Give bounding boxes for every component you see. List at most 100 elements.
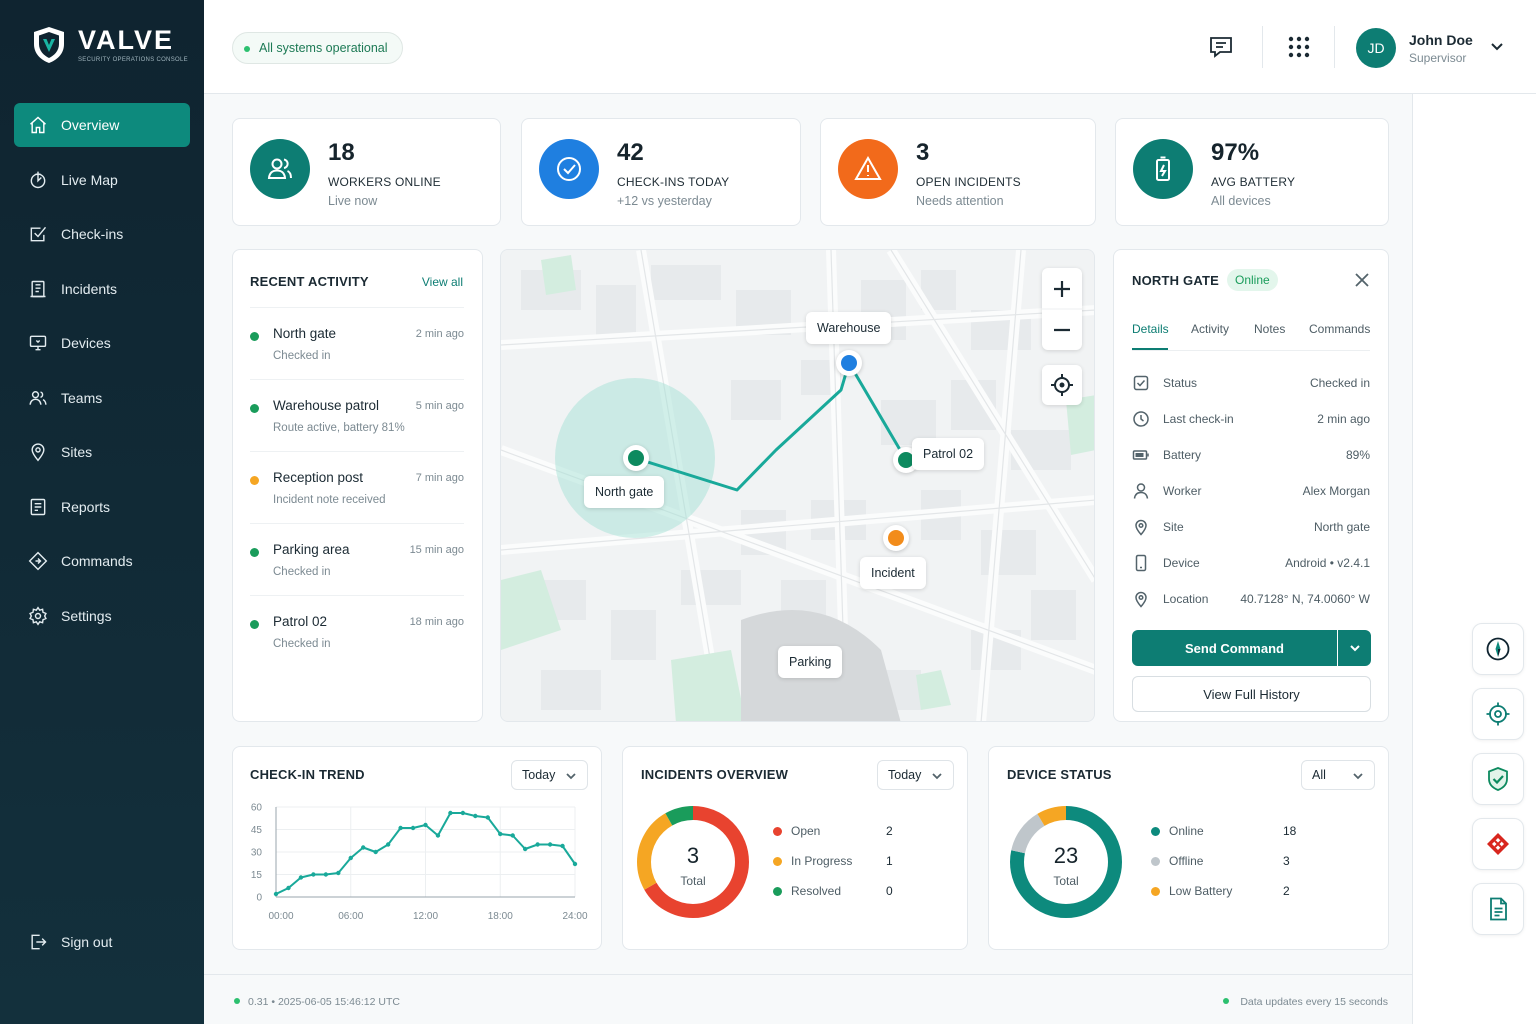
top-bar: All systems operational JD John Doe Supe… bbox=[204, 0, 1536, 94]
list-item[interactable]: North gate Checked in 2 min ago bbox=[250, 307, 464, 379]
tab-commands[interactable]: Commands bbox=[1309, 322, 1370, 336]
check-in-trend-card: CHECK-IN TREND Today 0 15 30 45 60 00:00 06:00… bbox=[232, 746, 602, 950]
check-circle-icon bbox=[539, 139, 599, 199]
legend-dot bbox=[1151, 857, 1160, 866]
chevron-down-icon bbox=[1349, 645, 1360, 652]
legend-dot bbox=[1151, 827, 1160, 836]
status-dot bbox=[250, 332, 259, 341]
data-point bbox=[298, 875, 304, 880]
incident-marker[interactable] bbox=[883, 525, 909, 551]
sign-out-button[interactable]: Sign out bbox=[28, 932, 112, 952]
list-item[interactable]: Patrol 02 Checked in 18 min ago bbox=[250, 595, 464, 667]
data-point bbox=[473, 813, 478, 819]
data-point bbox=[572, 861, 578, 867]
y-tick-label: 0 bbox=[256, 893, 262, 904]
apps-grid-icon[interactable] bbox=[1286, 34, 1312, 60]
north-gate-marker[interactable] bbox=[623, 445, 649, 471]
crosshair-icon bbox=[1486, 702, 1510, 726]
stat-card-check-ins[interactable]: 42 CHECK-INS TODAY +12 vs yesterday bbox=[521, 118, 801, 226]
report-button[interactable] bbox=[1472, 883, 1524, 935]
alert-command-button[interactable] bbox=[1472, 818, 1524, 870]
sidebar-item-live-map[interactable]: Live Map bbox=[14, 158, 190, 202]
legend-dot bbox=[1151, 887, 1160, 896]
close-icon[interactable] bbox=[1354, 272, 1370, 288]
send-command-options-button[interactable] bbox=[1338, 630, 1371, 666]
detail-row-battery: Battery 89% bbox=[1132, 445, 1370, 465]
sign-out-label: Sign out bbox=[61, 934, 113, 950]
warehouse-marker[interactable] bbox=[836, 350, 862, 376]
stat-label: CHECK-INS TODAY bbox=[617, 175, 730, 189]
view-full-history-button[interactable]: View Full History bbox=[1132, 676, 1371, 712]
panel-title: NORTH GATE bbox=[1132, 273, 1219, 288]
data-point bbox=[522, 846, 528, 852]
activity-title: Warehouse patrol bbox=[273, 398, 380, 413]
tab-notes[interactable]: Notes bbox=[1254, 322, 1285, 336]
clock-icon bbox=[1133, 411, 1149, 427]
chevron-down-icon bbox=[566, 773, 576, 780]
device-filter-dropdown[interactable]: All bbox=[1301, 760, 1375, 790]
shield-check-button[interactable] bbox=[1472, 753, 1524, 805]
x-tick-label: 24:00 bbox=[562, 911, 587, 922]
sidebar-item-settings[interactable]: Settings bbox=[14, 594, 190, 638]
status-dot bbox=[234, 998, 240, 1004]
stat-sub: All devices bbox=[1211, 194, 1271, 208]
sidebar-item-check-ins[interactable]: Check-ins bbox=[14, 212, 190, 256]
locate-button[interactable] bbox=[1042, 365, 1082, 405]
stat-card-open-incidents[interactable]: 3 OPEN INCIDENTS Needs attention bbox=[820, 118, 1096, 226]
stat-card-avg-battery[interactable]: 97% AVG BATTERY All devices bbox=[1115, 118, 1389, 226]
list-item[interactable]: Parking area Checked in 15 min ago bbox=[250, 523, 464, 595]
sidebar-item-overview[interactable]: Overview bbox=[14, 103, 190, 147]
users-icon bbox=[250, 139, 310, 199]
activity-title: Patrol 02 bbox=[273, 614, 328, 629]
send-command-button[interactable]: Send Command bbox=[1132, 630, 1337, 666]
target-button[interactable] bbox=[1472, 688, 1524, 740]
sidebar-item-devices[interactable]: Devices bbox=[14, 321, 190, 365]
list-item[interactable]: Warehouse patrol Route active, battery 8… bbox=[250, 379, 464, 451]
activity-sub: Route active, battery 81% bbox=[273, 422, 405, 434]
legend-value: 2 bbox=[1283, 884, 1290, 898]
tab-details[interactable]: Details bbox=[1132, 322, 1169, 336]
sidebar-item-reports[interactable]: Reports bbox=[14, 485, 190, 529]
list-item[interactable]: Reception post Incident note received 7 … bbox=[250, 451, 464, 523]
y-tick-label: 60 bbox=[251, 803, 263, 814]
x-tick-label: 00:00 bbox=[268, 911, 293, 922]
data-point bbox=[361, 845, 366, 850]
avatar[interactable]: JD bbox=[1356, 28, 1396, 68]
data-point bbox=[336, 870, 341, 876]
legend-name: Resolved bbox=[791, 884, 842, 898]
chevron-down-icon[interactable] bbox=[1488, 38, 1506, 56]
brand-name: VALVE bbox=[78, 25, 175, 55]
sidebar: VALVE SECURITY OPERATIONS CONSOLE Overvi… bbox=[0, 0, 204, 1024]
data-point bbox=[535, 842, 540, 847]
messages-icon[interactable] bbox=[1208, 34, 1234, 60]
detail-value: 2 min ago bbox=[1317, 412, 1370, 426]
detail-key: Last check-in bbox=[1163, 412, 1234, 426]
sidebar-item-teams[interactable]: Teams bbox=[14, 376, 190, 420]
user-icon bbox=[1133, 483, 1149, 499]
zoom-in-icon[interactable] bbox=[1054, 281, 1070, 297]
command-icon bbox=[28, 551, 48, 571]
stat-card-workers-online[interactable]: 18 WORKERS ONLINE Live now bbox=[232, 118, 501, 226]
sidebar-item-sites[interactable]: Sites bbox=[14, 430, 190, 474]
trend-filter-dropdown[interactable]: Today bbox=[511, 760, 588, 790]
legend-name: Online bbox=[1169, 824, 1204, 838]
live-map[interactable]: Warehouse North gate Patrol 02 Incident … bbox=[500, 249, 1095, 722]
user-role: Supervisor bbox=[1409, 51, 1467, 65]
incidents-filter-dropdown[interactable]: Today bbox=[877, 760, 954, 790]
data-point bbox=[373, 849, 378, 855]
pin-icon bbox=[1135, 519, 1147, 536]
activity-time: 18 min ago bbox=[409, 616, 464, 628]
sidebar-item-commands[interactable]: Commands bbox=[14, 539, 190, 583]
y-tick-label: 30 bbox=[251, 848, 263, 859]
compass-button[interactable] bbox=[1472, 623, 1524, 675]
sidebar-item-incidents[interactable]: Incidents bbox=[14, 267, 190, 311]
stat-value: 42 bbox=[617, 139, 644, 166]
view-all-link[interactable]: View all bbox=[422, 275, 463, 289]
data-point bbox=[311, 872, 316, 877]
data-point bbox=[547, 842, 553, 847]
tab-activity[interactable]: Activity bbox=[1191, 322, 1229, 336]
stat-value: 3 bbox=[916, 139, 930, 166]
divider bbox=[1262, 26, 1263, 68]
brand-logo[interactable]: VALVE SECURITY OPERATIONS CONSOLE bbox=[32, 26, 188, 64]
dropdown-value: All bbox=[1312, 768, 1326, 782]
